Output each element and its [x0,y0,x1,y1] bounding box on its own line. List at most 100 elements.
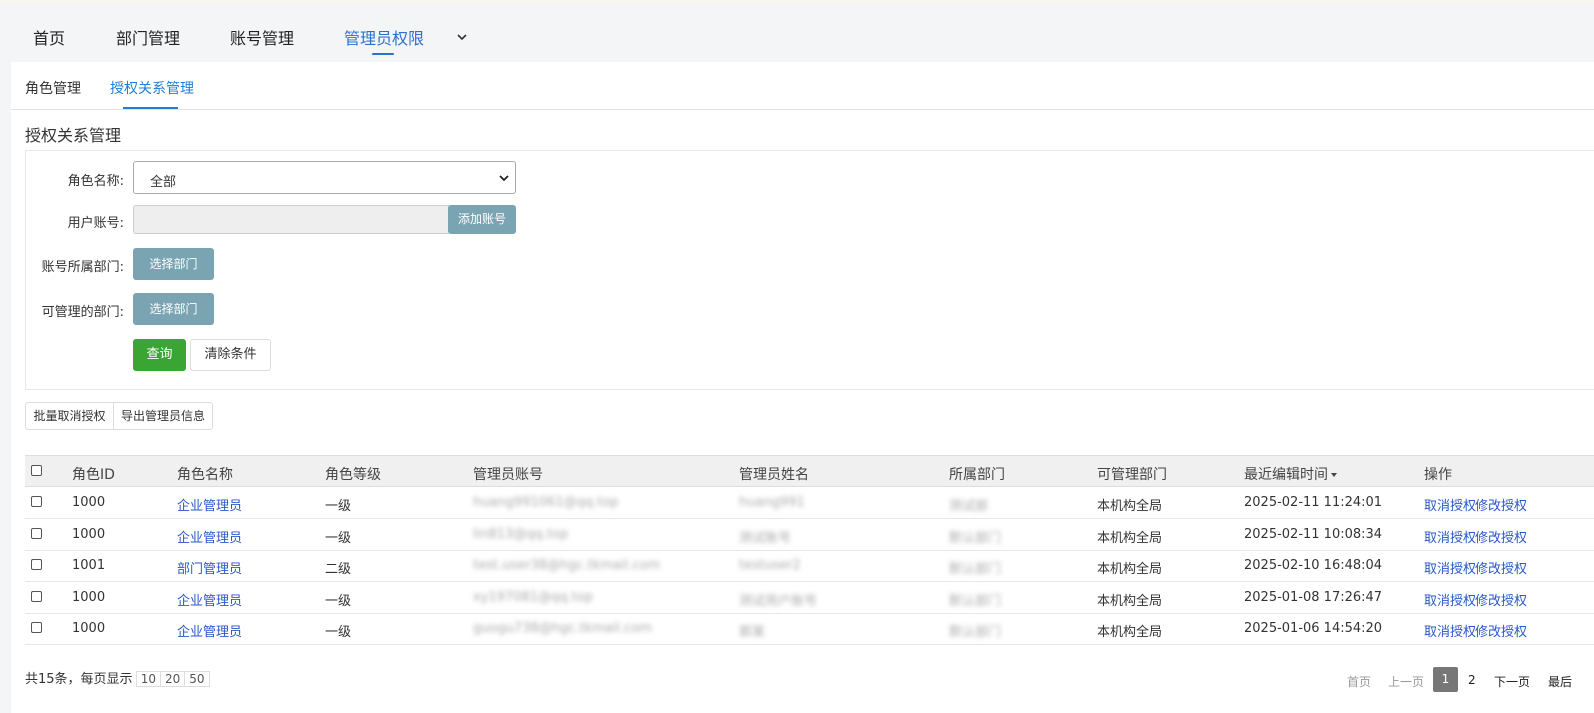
col-admin-account: 管理员账号 [473,467,543,483]
role-name-link[interactable]: 企业管理员 [177,527,242,546]
table-row: 1000 企业管理员 一级 xy197081@qq.top 测试用户账号 默认部门 本机构全… [25,582,1594,614]
manageable-scope: 本机构全局 [1097,562,1163,578]
role-name-link[interactable]: 企业管理员 [177,590,242,609]
admin-name: 测试用户账号 [739,593,818,609]
col-admin-name: 管理员姓名 [739,467,809,483]
role-name-link[interactable]: 企业管理员 [177,621,242,640]
export-admin-button[interactable]: 导出管理员信息 [113,402,213,430]
tab-role-management[interactable]: 角色管理 [25,78,81,98]
table-row: 1000 企业管理员 一级 huang991061@qq.top huang991 测试部… [25,487,1594,519]
revoke-link[interactable]: 取消授权 [1424,527,1476,546]
role-id: 1000 [72,526,106,542]
select-manageable-dept-button[interactable]: 选择部门 [133,293,214,325]
nav-department[interactable]: 部门管理 [116,25,180,49]
nav-account[interactable]: 账号管理 [230,25,294,49]
revoke-link[interactable]: 取消授权 [1424,495,1476,514]
edit-authorization-link[interactable]: 修改授权 [1475,527,1527,546]
row-checkbox[interactable] [31,622,42,634]
page-size-50[interactable]: 50 [184,671,210,687]
role-name-link[interactable]: 企业管理员 [177,495,242,514]
row-checkbox[interactable] [31,527,42,539]
row-checkbox[interactable] [31,496,42,507]
last-edited-time: 2025-02-10 16:48:04 [1244,558,1383,574]
col-department: 所属部门 [949,467,1005,483]
admin-account: huang991061@qq.top [473,495,619,510]
filter-form: 角色名称: 全部 用户账号: 添加账号 账号所属部门: 选择部门 可管理的部门:… [25,150,1594,390]
user-account-input[interactable] [133,205,449,234]
table-row: 1000 企业管理员 一级 guogu738@hgc.tkmail.com 郭某 默认部门… [25,613,1594,646]
nav-admin-permission[interactable]: 管理员权限 [344,25,424,49]
admin-account: lin813@qq.top [473,526,569,542]
role-id: 1000 [72,589,106,605]
user-account-label: 用户账号: [67,216,124,231]
page-title: 授权关系管理 [25,126,122,145]
edit-authorization-link[interactable]: 修改授权 [1475,558,1527,577]
select-chevron-icon [499,175,509,182]
select-all-checkbox[interactable] [31,465,42,476]
admin-name: 测试账号 [739,530,792,546]
page-2[interactable]: 2 [1468,673,1476,687]
tab-authorization-management[interactable]: 授权关系管理 [110,78,194,98]
col-operation: 操作 [1424,467,1452,483]
role-id: 1001 [72,558,106,574]
batch-revoke-button[interactable]: 批量取消授权 [25,402,114,430]
admin-name: huang991 [739,495,805,510]
edit-authorization-link[interactable]: 修改授权 [1475,590,1527,609]
admin-department: 默认部门 [949,562,1002,578]
manageable-scope: 本机构全局 [1097,530,1163,546]
query-button[interactable]: 查询 [133,339,186,371]
main-panel: 角色管理 授权关系管理 授权关系管理 角色名称: 全部 用户账号: 添加账号 账… [11,62,1594,713]
role-level: 一级 [325,593,352,609]
role-level: 二级 [325,562,352,578]
next-page-link[interactable]: 下一页 [1494,673,1530,690]
first-page-link[interactable]: 首页 [1347,673,1371,690]
role-level: 一级 [325,530,352,546]
row-checkbox[interactable] [31,559,42,571]
admin-name: testuser2 [739,558,801,574]
revoke-link[interactable]: 取消授权 [1424,621,1476,640]
col-role-level: 角色等级 [325,467,381,483]
table-row: 1000 企业管理员 一级 lin813@qq.top 测试账号 默认部门 本机构全局 202… [25,519,1594,551]
edit-authorization-link[interactable]: 修改授权 [1475,621,1527,640]
col-manageable-dept: 可管理部门 [1097,467,1167,483]
last-edited-time: 2025-01-06 14:54:20 [1244,621,1383,637]
account-dept-label: 账号所属部门: [41,260,124,275]
admin-department: 测试部 [949,499,989,514]
clear-conditions-button[interactable]: 清除条件 [190,339,271,371]
row-checkbox[interactable] [31,590,42,602]
role-name-link[interactable]: 部门管理员 [177,558,242,577]
page-1[interactable]: 1 [1433,667,1458,692]
tab-divider [11,109,1594,110]
last-edited-time: 2025-01-08 17:26:47 [1244,589,1383,605]
col-last-edited-label: 最近编辑时间 [1244,467,1328,483]
add-account-button[interactable]: 添加账号 [448,205,516,234]
nav-active-indicator [372,53,394,55]
chevron-down-icon[interactable] [456,31,468,43]
page-size-10[interactable]: 10 [135,671,161,687]
col-last-edited[interactable]: 最近编辑时间 [1244,464,1338,484]
revoke-link[interactable]: 取消授权 [1424,590,1476,609]
last-page-link[interactable]: 最后 [1548,673,1572,690]
manageable-scope: 本机构全局 [1097,499,1163,514]
admin-account: test.user38@hgc.tkmail.com [473,558,661,574]
table-header: 角色ID 角色名称 角色等级 管理员账号 管理员姓名 所属部门 可管理部门 最近… [25,455,1594,487]
page-size-20[interactable]: 20 [159,671,186,687]
admin-account: guogu738@hgc.tkmail.com [473,621,652,637]
revoke-link[interactable]: 取消授权 [1424,558,1476,577]
table-row: 1001 部门管理员 二级 test.user38@hgc.tkmail.com tes… [25,550,1594,583]
admin-account: xy197081@qq.top [473,589,593,605]
nav-home[interactable]: 首页 [33,25,65,49]
admin-department: 默认部门 [949,593,1002,609]
role-level: 一级 [325,499,352,514]
role-name-select[interactable]: 全部 [133,161,516,194]
edit-authorization-link[interactable]: 修改授权 [1475,495,1527,514]
admin-department: 默认部门 [949,625,1002,641]
col-role-id: 角色ID [72,467,115,483]
prev-page-link[interactable]: 上一页 [1388,673,1424,690]
last-edited-time: 2025-02-11 10:08:34 [1244,526,1383,542]
top-nav: 首页 部门管理 账号管理 管理员权限 [0,0,1594,62]
select-dept-button[interactable]: 选择部门 [133,248,214,280]
role-name-label: 角色名称: [67,174,124,189]
total-count: 共15条，每页显示 [25,672,133,687]
role-id: 1000 [72,621,106,637]
